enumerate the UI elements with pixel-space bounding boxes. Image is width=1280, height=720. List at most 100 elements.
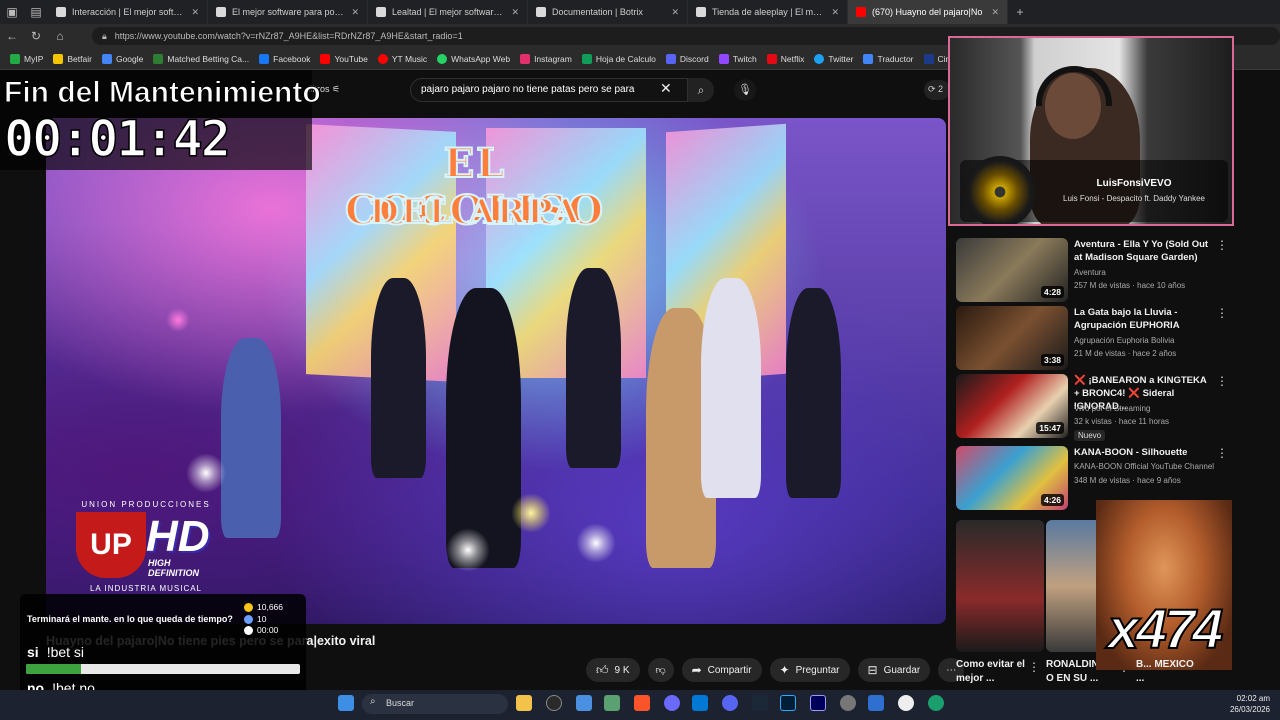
photoshop-icon[interactable]: [780, 695, 796, 711]
app-icon[interactable]: [868, 695, 884, 711]
clear-search-icon[interactable]: ✕: [660, 80, 672, 97]
search-icon[interactable]: ⌕: [688, 78, 714, 102]
video-thumbnail[interactable]: 15:47: [956, 374, 1068, 438]
reload-icon[interactable]: ↻: [24, 29, 48, 43]
close-icon[interactable]: ✕: [671, 7, 679, 18]
short-title[interactable]: B... MEXICO ...: [1136, 658, 1196, 686]
union-producciones-logo: UNION PRODUCCIONES UP HD HIGH DEFINITION…: [76, 500, 216, 596]
browser-tab[interactable]: El mejor software para potenciar ✕: [208, 0, 368, 24]
more-vert-icon[interactable]: ⋮: [1216, 446, 1228, 460]
bookmark-netflix[interactable]: Netflix: [766, 53, 804, 64]
premiere-icon[interactable]: [810, 695, 826, 711]
bookmark-icon: [718, 53, 729, 64]
stage-light: [446, 528, 490, 572]
bookmark-spreadsheet[interactable]: Hoja de Calculo: [581, 53, 656, 64]
like-button[interactable]: 👍︎ 9 K: [586, 658, 640, 682]
browser-tab-active[interactable]: (670) Huayno del pajaro|No ✕: [848, 0, 1008, 24]
recommendation-title[interactable]: KANA-BOON - Silhouette: [1074, 446, 1214, 459]
ask-button[interactable]: ✦ Preguntar: [769, 658, 850, 682]
taskbar-search[interactable]: Buscar: [362, 694, 508, 714]
bookmark-icon: [814, 53, 825, 64]
settings-icon[interactable]: [840, 695, 856, 711]
bookmark-google[interactable]: Google: [101, 53, 143, 64]
browser-tab[interactable]: Tienda de aleeplay | El mejor softw ✕: [688, 0, 848, 24]
search-input[interactable]: pajaro pajaro pajaro no tiene patas pero…: [410, 78, 688, 102]
close-icon[interactable]: ✕: [831, 7, 839, 18]
file-explorer-icon[interactable]: [516, 695, 532, 711]
more-vert-icon[interactable]: ⋮: [1028, 660, 1040, 674]
browser-tab[interactable]: Documentation | Botrix ✕: [528, 0, 688, 24]
obs-icon[interactable]: [546, 695, 562, 711]
video-thumbnail[interactable]: 4:28: [956, 238, 1068, 302]
close-icon[interactable]: ✕: [191, 7, 199, 18]
share-label: Compartir: [707, 664, 752, 676]
steam-icon[interactable]: [752, 695, 768, 711]
discord-icon[interactable]: [722, 695, 738, 711]
recommendation-item[interactable]: 4:28 Aventura - Ella Y Yo (Sold Out at M…: [956, 238, 1256, 302]
workspaces-icon[interactable]: ▣: [0, 5, 24, 19]
bookmark-label: Twitch: [732, 53, 757, 64]
bookmark-save-icon: ⊟: [867, 663, 878, 677]
bookmark-discord[interactable]: Discord: [665, 53, 709, 64]
microphone-icon[interactable]: 🎙︎: [734, 79, 756, 101]
clock-date[interactable]: 26/03/2026: [1212, 705, 1270, 714]
short-thumbnail[interactable]: [956, 520, 1044, 652]
bookmark-instagram[interactable]: Instagram: [520, 53, 572, 64]
bookmark-betfair[interactable]: Betfair: [53, 53, 92, 64]
performer: [221, 338, 281, 538]
app-icon[interactable]: [604, 695, 620, 711]
save-button[interactable]: ⊟ Guardar: [857, 658, 931, 682]
recommendation-title[interactable]: Aventura - Ella Y Yo (Sold Out at Madiso…: [1074, 238, 1214, 264]
bookmark-facebook[interactable]: Facebook: [259, 53, 310, 64]
short-title[interactable]: Como evitar el mejor ...: [956, 658, 1032, 686]
new-tab-icon[interactable]: +: [1008, 5, 1032, 19]
bookmark-youtube[interactable]: YouTube: [320, 53, 368, 64]
channel-name[interactable]: Agrupación Euphoria Bolivia: [1074, 336, 1175, 345]
bookmark-whatsapp[interactable]: WhatsApp Web: [437, 53, 510, 64]
close-icon[interactable]: ✕: [991, 7, 999, 18]
tab-actions-icon[interactable]: ▤: [24, 5, 48, 19]
stage-light: [186, 453, 226, 493]
bookmark-twitch[interactable]: Twitch: [718, 53, 757, 64]
share-button[interactable]: ➦ Compartir: [681, 658, 762, 682]
media-player-icon[interactable]: [898, 695, 914, 711]
bookmark-icon: [665, 53, 676, 64]
brave-icon[interactable]: [634, 695, 650, 711]
bookmark-matched-betting[interactable]: Matched Betting Ca...: [153, 53, 249, 64]
clock-time[interactable]: 02:02 am: [1222, 694, 1270, 703]
more-vert-icon[interactable]: ⋮: [1216, 374, 1228, 388]
option-command: !bet si: [46, 644, 85, 660]
bookmark-myip[interactable]: MyIP: [10, 53, 43, 64]
calculator-icon[interactable]: [692, 695, 708, 711]
browser-tab[interactable]: Lealtad | El mejor software para p ✕: [368, 0, 528, 24]
windows-start-icon[interactable]: [338, 695, 354, 711]
close-icon[interactable]: ✕: [351, 7, 359, 18]
dislike-button[interactable]: 👎︎: [647, 658, 674, 682]
video-thumbnail[interactable]: 3:38: [956, 306, 1068, 370]
app-icon[interactable]: [664, 695, 680, 711]
app-icon[interactable]: [576, 695, 592, 711]
browser-tab[interactable]: Interacción | El mejor software pa ✕: [48, 0, 208, 24]
more-vert-icon[interactable]: ⋮: [1216, 238, 1228, 252]
watch-counter-chip[interactable]: ⟳ 2: [924, 80, 950, 100]
logo-hd: HD: [146, 512, 210, 561]
bookmark-yt-music[interactable]: YT Music: [377, 53, 427, 64]
recommendation-item[interactable]: 15:47 ❌ ¡BANEARON a KINGTEKA + BRONC4! ❌…: [956, 374, 1256, 441]
bookmark-twitter[interactable]: Twitter: [814, 53, 853, 64]
bookmark-icon: [153, 53, 164, 64]
home-icon[interactable]: ⌂: [48, 29, 72, 43]
performer: [701, 278, 761, 498]
edge-icon[interactable]: [928, 695, 944, 711]
bookmark-translator[interactable]: Traductor: [863, 53, 914, 64]
back-icon[interactable]: ←: [0, 29, 24, 43]
tab-favicon-icon: [536, 7, 546, 17]
more-vert-icon[interactable]: ⋮: [1216, 306, 1228, 320]
channel-name[interactable]: Vivo por el Streaming: [1074, 404, 1150, 413]
close-icon[interactable]: ✕: [511, 7, 519, 18]
vinyl-disc-icon: [964, 156, 1036, 224]
channel-name[interactable]: KANA-BOON Official YouTube Channel: [1074, 462, 1214, 471]
video-thumbnail[interactable]: 4:26: [956, 446, 1068, 510]
recommendation-item[interactable]: 3:38 La Gata bajo la Lluvia - Agrupación…: [956, 306, 1256, 370]
channel-name[interactable]: Aventura: [1074, 268, 1106, 277]
recommendation-title[interactable]: La Gata bajo la Lluvia - Agrupación EUPH…: [1074, 306, 1214, 332]
